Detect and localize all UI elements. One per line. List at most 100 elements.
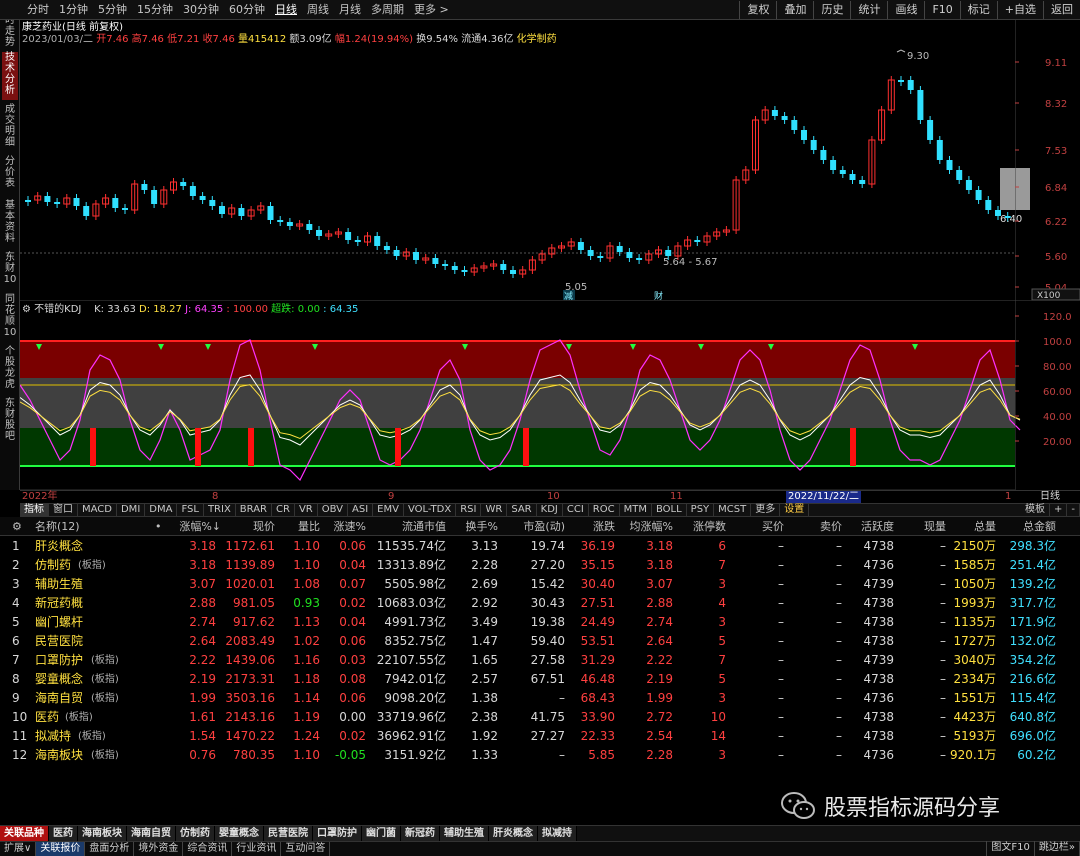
table-row[interactable]: 11 拟减持 (板指) 1.54 1470.22 1.24 0.02 36962.91亿 1.9… [0, 727, 1080, 746]
column-header[interactable]: 总金额 [998, 517, 1056, 536]
status-tab[interactable]: 盘面分析 [85, 842, 135, 856]
overlay-button[interactable]: 叠加 [776, 1, 813, 19]
status-tab[interactable]: 行业资讯 [232, 842, 282, 856]
vtab-price-table[interactable]: 分价表 [2, 156, 18, 196]
sector-tab[interactable]: 医药 [49, 826, 78, 841]
column-header[interactable]: 涨幅%↓ [165, 517, 221, 536]
indicator-tab[interactable]: ASI [348, 504, 374, 516]
period-tab[interactable]: 15分钟 [132, 2, 178, 18]
sector-tab[interactable]: 婴童概念 [215, 826, 264, 841]
column-header[interactable]: 卖价 [788, 517, 842, 536]
column-header[interactable]: 换手% [450, 517, 498, 536]
period-tab[interactable]: 分时 [22, 2, 54, 18]
table-row[interactable]: 7 口罩防护 (板指) 2.22 1439.06 1.16 0.03 22107.55亿 1.6… [0, 651, 1080, 670]
history-button[interactable]: 历史 [813, 1, 850, 19]
stats-button[interactable]: 统计 [850, 1, 887, 19]
column-header[interactable]: 涨跌 [570, 517, 615, 536]
column-header[interactable]: • [155, 517, 165, 536]
indicator-tab[interactable]: PSY [687, 504, 715, 516]
f10-text-button[interactable]: 图文F10 [986, 841, 1035, 856]
indicator-tab[interactable]: VOL-TDX [404, 504, 457, 516]
f10-button[interactable]: F10 [924, 1, 959, 19]
indicator-tab[interactable]: 指标 [20, 504, 49, 516]
table-row[interactable]: 3 辅助生殖 3.07 1020.01 1.08 0.07 5505.98亿 2.69 15.4… [0, 575, 1080, 594]
back-button[interactable]: 返回 [1043, 1, 1080, 19]
table-row[interactable]: 1 肝炎概念 3.18 1172.61 1.10 0.06 11535.74亿 3.13 19.… [0, 537, 1080, 556]
indicator-tab[interactable]: VR [295, 504, 318, 516]
sector-tab[interactable]: 辅助生殖 [440, 826, 489, 841]
adjust-button[interactable]: 复权 [739, 1, 776, 19]
table-row[interactable]: 12 海南板块 (板指) 0.76 780.35 1.10 -0.05 3151.92亿 1.3… [0, 746, 1080, 765]
table-row[interactable]: 5 幽门螺杆 2.74 917.62 1.13 0.04 4991.73亿 3.49 19.38… [0, 613, 1080, 632]
column-header[interactable]: 量比 [278, 517, 320, 536]
mark-button[interactable]: 标记 [959, 1, 997, 19]
indicator-tab[interactable]: KDJ [537, 504, 563, 516]
sector-tab[interactable]: 仿制药 [176, 826, 215, 841]
table-row[interactable]: 9 海南自贸 (板指) 1.99 3503.16 1.14 0.06 9098.20亿 1.38… [0, 689, 1080, 708]
indicator-tab[interactable]: BOLL [652, 504, 687, 516]
column-header[interactable]: 总量 [950, 517, 996, 536]
sector-tab[interactable]: 新冠药 [401, 826, 440, 841]
period-tab[interactable]: 月线 [334, 2, 366, 18]
column-header[interactable]: 名称(12) [35, 517, 105, 536]
period-tab[interactable]: 5分钟 [93, 2, 132, 18]
period-tab[interactable]: 60分钟 [224, 2, 270, 18]
column-header[interactable]: 买价 [730, 517, 784, 536]
indicator-tab[interactable]: BRAR [236, 504, 272, 516]
sector-tab[interactable]: 关联品种 [0, 826, 49, 841]
column-header[interactable]: 现量 [898, 517, 946, 536]
vtab-eastmoney[interactable]: 东财10 [2, 252, 18, 290]
indicator-right-button[interactable]: - [1067, 504, 1080, 516]
indicator-tab[interactable]: MTM [620, 504, 652, 516]
vtab-ths[interactable]: 同花顺10 [2, 294, 18, 342]
indicator-tab[interactable]: CR [272, 504, 295, 516]
column-header[interactable]: 现价 [218, 517, 275, 536]
column-header[interactable]: 流通市值 [368, 517, 446, 536]
kdj-indicator-chart[interactable] [20, 300, 1060, 490]
vtab-dragon-tiger[interactable]: 个股龙虎 [2, 346, 18, 394]
indicator-tab[interactable]: DMI [117, 504, 146, 516]
table-row[interactable]: 2 仿制药 (板指) 3.18 1139.89 1.10 0.04 13313.89亿 2.28… [0, 556, 1080, 575]
daily-button[interactable]: 日线 [1040, 491, 1060, 503]
sector-tab[interactable]: 民营医院 [264, 826, 313, 841]
settings-gear-icon[interactable]: ⚙ [22, 304, 31, 315]
vtab-profile[interactable]: 基本资料 [2, 200, 18, 248]
status-tab[interactable]: 扩展∨ [0, 842, 37, 856]
column-header[interactable]: 均涨幅% [618, 517, 673, 536]
sector-tab[interactable]: 海南板块 [78, 826, 127, 841]
table-row[interactable]: 8 婴童概念 (板指) 2.19 2173.31 1.18 0.08 7942.01亿 2.57… [0, 670, 1080, 689]
period-tab[interactable]: 30分钟 [178, 2, 224, 18]
table-row[interactable]: 6 民营医院 2.64 2083.49 1.02 0.06 8352.75亿 1.47 59.4… [0, 632, 1080, 651]
scale-button[interactable]: X100 [1037, 291, 1061, 301]
sector-tab[interactable]: 海南自贸 [127, 826, 176, 841]
indicator-tab[interactable]: EMV [373, 504, 404, 516]
status-tab[interactable]: 关联报价 [36, 842, 86, 856]
indicator-tab[interactable]: OBV [318, 504, 348, 516]
indicator-tab[interactable]: ROC [589, 504, 620, 516]
column-header[interactable]: 市盈(动) [500, 517, 565, 536]
status-tab[interactable]: 综合资讯 [183, 842, 233, 856]
column-header[interactable]: 涨速% [323, 517, 366, 536]
column-header[interactable]: 活跃度 [846, 517, 894, 536]
sector-tab[interactable]: 幽门菌 [362, 826, 401, 841]
indicator-tab[interactable]: MCST [714, 504, 752, 516]
indicator-tab[interactable]: SAR [507, 504, 537, 516]
indicator-right-button[interactable]: 模板 [1021, 504, 1050, 516]
indicator-tab[interactable]: RSI [456, 504, 482, 516]
settings-icon[interactable]: ⚙ [12, 517, 22, 536]
period-tab-more[interactable]: 更多 > [409, 2, 454, 18]
sector-tab[interactable]: 口罩防护 [313, 826, 362, 841]
period-tab[interactable]: 周线 [302, 2, 334, 18]
add-favorite-button[interactable]: +自选 [996, 1, 1043, 19]
indicator-tab[interactable]: WR [481, 504, 508, 516]
vtab-trades[interactable]: 成交明细 [2, 104, 18, 152]
kline-chart[interactable]: 9.30 5.64 - 5.67 5.05 6.40 减 财 [20, 20, 1060, 300]
period-tab[interactable]: 多周期 [366, 2, 409, 18]
table-row[interactable]: 10 医药 (板指) 1.61 2143.16 1.19 0.00 33719.96亿 2.38… [0, 708, 1080, 727]
vtab-forum[interactable]: 东财股吧 [2, 398, 18, 446]
vtab-technical[interactable]: 技术分析 [2, 52, 18, 100]
sector-tab[interactable]: 肝炎概念 [489, 826, 538, 841]
indicator-tab[interactable]: TRIX [204, 504, 236, 516]
sidebar-toggle-button[interactable]: 跳边栏» [1035, 841, 1080, 856]
period-tab-daily[interactable]: 日线 [270, 2, 302, 18]
